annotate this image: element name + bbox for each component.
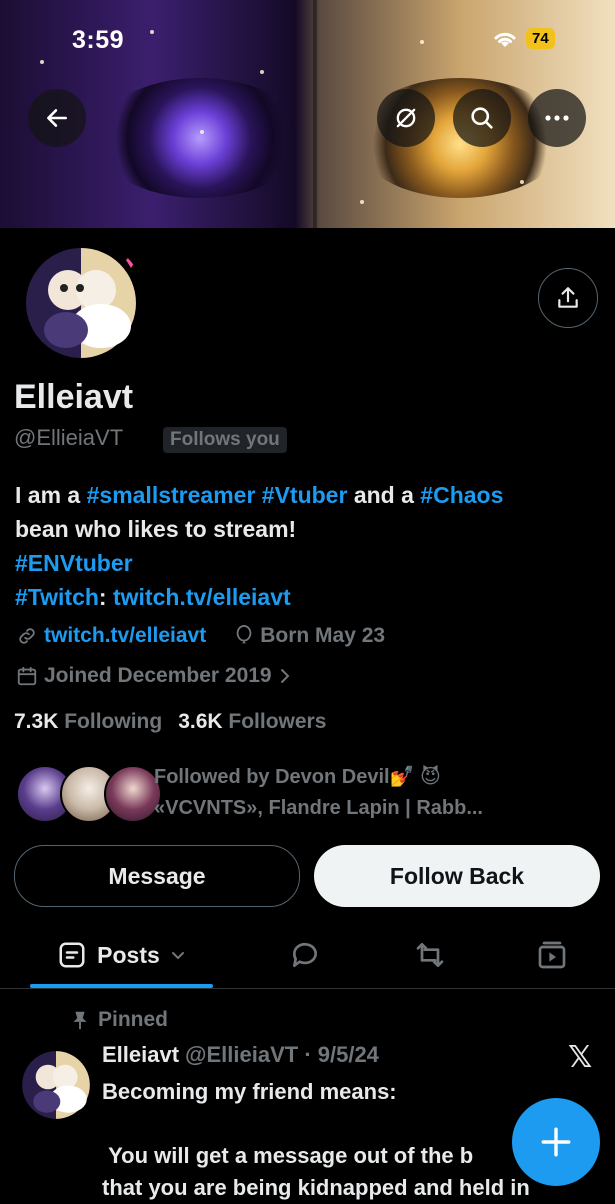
website-link[interactable]: twitch.tv/elleiavt [44,624,206,648]
share-button[interactable] [538,268,598,328]
bio-text: and a [347,482,421,508]
share-icon [558,287,578,308]
hashtag-link[interactable]: #smallstreamer [87,482,256,508]
compose-post-button[interactable] [512,1098,600,1186]
follow-back-button[interactable]: Follow Back [314,845,600,907]
following-stat[interactable]: 7.3K Following [14,710,162,734]
plus-icon [541,1127,571,1157]
hashtag-link[interactable]: #Twitch [15,584,99,610]
birthday-text: Born May 23 [260,624,386,647]
posts-icon [59,942,85,968]
status-time: 3:59 [72,26,125,54]
chevron-down-icon [171,952,184,960]
reply-icon [292,942,317,967]
avatar-image [17,1046,95,1124]
post-author-handle-date[interactable]: @EllieiaVT · 9/5/24 [185,1042,379,1068]
tab-reposts[interactable] [400,925,460,985]
post-avatar[interactable] [16,1045,96,1125]
hashtag-link[interactable]: #Vtuber [262,482,348,508]
bio-link[interactable]: twitch.tv/elleiavt [113,584,291,610]
followers-count: 3.6K [178,710,223,733]
more-horizontal-icon [545,115,569,121]
mute-button[interactable] [377,89,435,147]
back-button[interactable] [28,89,86,147]
eye-slash-icon [396,108,416,128]
profile-name: Elleiavt [14,378,134,416]
followed-by-text[interactable]: Followed by Devon Devil💅 😈 «VCVNTS», Fla… [154,762,574,824]
tab-posts[interactable]: Posts [30,925,213,985]
tab-media[interactable] [522,925,582,985]
profile-handle: @EllieiaVT [14,425,124,450]
follows-you-badge: Follows you [163,427,287,453]
repost-icon [416,943,444,967]
following-label: Following [64,710,163,733]
pinned-label: Pinned [70,1008,168,1032]
pin-icon [73,1011,87,1030]
followed-by-line: Followed by Devon Devil💅 😈 [154,766,441,788]
post-author-name[interactable]: Elleiavt [102,1042,179,1068]
status-icons: 74 [492,28,555,49]
message-button[interactable]: Message [14,845,300,907]
x-logo-icon: 𝕏 [568,1041,593,1074]
search-icon [471,107,493,129]
followers-label: Followers [228,710,327,733]
followed-by-avatars[interactable] [16,765,162,823]
media-icon [538,941,566,969]
banner-art-left [95,78,305,198]
search-button[interactable] [453,89,511,147]
profile-avatar[interactable] [12,234,150,372]
bio-text: : [98,584,113,610]
battery-indicator: 74 [526,28,555,49]
post-header: Elleiavt @EllieiaVT · 9/5/24 [102,1042,379,1068]
joined-text: Joined December 2019 [44,664,272,687]
hashtag-link[interactable]: #ENVtuber [15,550,133,576]
wifi-icon [494,32,516,47]
hashtag-link[interactable]: #Chaos [420,482,503,508]
follow-stats: 7.3K Following 3.6K Followers [14,710,326,734]
calendar-icon [17,666,37,686]
profile-meta-row: twitch.tv/elleiavt Born May 23 [16,624,385,648]
pinned-text: Pinned [98,1008,169,1031]
bio-text: bean who likes to stream! [15,516,297,542]
arrow-left-icon [47,109,67,127]
tab-replies[interactable] [275,925,335,985]
avatar-image [19,241,143,365]
following-count: 7.3K [14,710,59,733]
tab-posts-label: Posts [97,941,160,968]
profile-bio: I am a #smallstreamer #Vtuber and a #Cha… [15,478,605,614]
balloon-icon [236,625,252,644]
chevron-right-icon [280,669,290,683]
followed-by-line: «VCVNTS», Flandre Lapin | Rabb... [154,797,483,819]
banner-divider [313,0,317,228]
joined-row[interactable]: Joined December 2019 [16,664,292,688]
more-button[interactable] [528,89,586,147]
followers-stat[interactable]: 3.6K Followers [178,710,326,734]
tabs-divider [0,988,615,989]
profile-tabs: Posts [0,925,615,988]
bio-text: I am a [15,482,87,508]
link-icon [19,628,35,644]
